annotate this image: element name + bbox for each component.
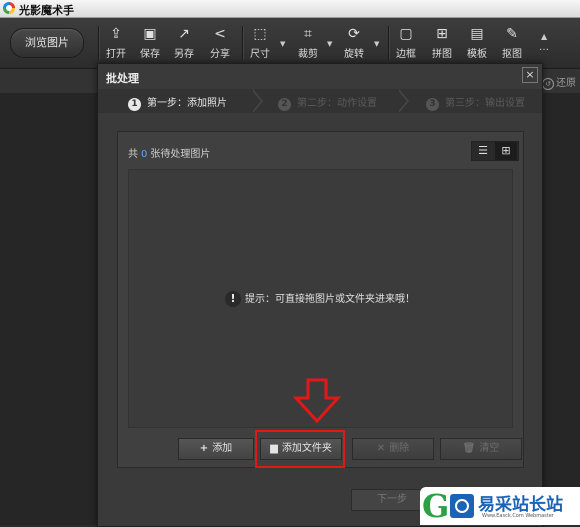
open-icon: ⇪	[110, 26, 122, 42]
cutout-icon: ✎	[506, 26, 518, 42]
save-button[interactable]: ▣ 保存	[138, 24, 162, 64]
template-label: 模板	[467, 49, 487, 60]
border-button[interactable]: ▢ 边框	[394, 24, 418, 64]
collage-icon: ⊞	[436, 26, 448, 42]
step-2-number: 2	[278, 98, 291, 111]
save-label: 保存	[140, 49, 160, 60]
toolbar-divider	[388, 26, 389, 60]
annotation-arrow-icon	[292, 378, 342, 424]
save-as-button[interactable]: ↗ 另存	[172, 24, 196, 64]
resize-label: 尺寸	[250, 49, 270, 60]
delete-button[interactable]: ✕ 删除	[352, 438, 434, 460]
step-3-label: 第三步：输出设置	[445, 98, 525, 109]
collage-label: 拼图	[432, 49, 452, 60]
step-2-label: 第二步：动作设置	[297, 98, 377, 109]
close-icon[interactable]: ×	[522, 67, 538, 83]
image-count: 共 0 张待处理图片	[128, 145, 210, 160]
clear-button[interactable]: 🗑 清空	[440, 438, 522, 460]
list-view-icon[interactable]: ☰	[472, 142, 494, 160]
dialog-title: 批处理	[106, 72, 139, 85]
share-label: 分享	[210, 49, 230, 60]
step-1-number: 1	[128, 98, 141, 111]
more-tools-dots-icon[interactable]: …	[539, 42, 549, 53]
collage-button[interactable]: ⊞ 拼图	[430, 24, 454, 64]
info-icon: !	[225, 291, 241, 307]
title-bar: 光影魔术手	[0, 0, 580, 18]
drop-hint: ! 提示：可直接拖图片或文件夹进来哦！	[225, 291, 415, 309]
share-button[interactable]: < 分享	[208, 24, 232, 64]
step-separator-inner	[397, 89, 407, 113]
cutout-button[interactable]: ✎ 抠图	[500, 24, 524, 64]
crop-icon: ⌗	[304, 26, 312, 42]
border-icon: ▢	[399, 26, 413, 42]
step-indicator: 1 第一步：添加照片 2 第二步：动作设置 3 第三步：输出设置	[98, 89, 542, 113]
grid-view-icon[interactable]: ⊞	[495, 142, 517, 160]
watermark-text: 易采站长站	[478, 495, 563, 515]
step-separator-inner	[251, 89, 261, 113]
step-1-label: 第一步：添加照片	[147, 98, 227, 109]
plus-icon: +	[199, 443, 209, 454]
count-value: 0	[141, 149, 148, 160]
app-title: 光影魔术手	[19, 4, 74, 17]
step-2: 2 第二步：动作设置	[278, 94, 377, 111]
resize-icon: ⬚	[253, 26, 267, 42]
app-logo-icon	[3, 2, 15, 14]
open-label: 打开	[106, 49, 126, 60]
rotate-button[interactable]: ⟳ 旋转	[342, 24, 366, 64]
crop-button[interactable]: ⌗ 裁剪	[296, 24, 320, 64]
watermark: G 易采站长站 Www.Easck.Com Webmaster	[420, 487, 580, 525]
batch-dialog: 批处理 × 1 第一步：添加照片 2 第二步：动作设置 3 第三步：输出设置 共 0 张待…	[97, 63, 543, 527]
restore-button[interactable]: ↺ 还原	[542, 74, 576, 90]
resize-dropdown-icon[interactable]: ▼	[280, 40, 285, 48]
template-button[interactable]: ▤ 模板	[465, 24, 489, 64]
browse-images-button[interactable]: 浏览图片	[10, 28, 84, 58]
share-icon: <	[214, 26, 226, 42]
border-label: 边框	[396, 49, 416, 60]
add-label: 添加	[212, 443, 233, 454]
clear-label: 清空	[479, 443, 500, 454]
more-tools-icon[interactable]: ▲	[541, 32, 547, 41]
rotate-icon: ⟳	[348, 26, 360, 42]
resize-button[interactable]: ⬚ 尺寸	[248, 24, 272, 64]
watermark-g-logo-icon: G	[422, 487, 450, 525]
watermark-url: Www.Easck.Com Webmaster	[482, 513, 554, 519]
hint-text: 提示：可直接拖图片或文件夹进来哦！	[245, 294, 415, 305]
highlight-box	[255, 430, 345, 468]
count-prefix: 共	[128, 149, 138, 160]
toolbar-divider	[242, 26, 243, 60]
rotate-label: 旋转	[344, 49, 364, 60]
crop-dropdown-icon[interactable]: ▼	[327, 40, 332, 48]
main-toolbar: 浏览图片 ⇪ 打开 ▣ 保存 ↗ 另存 < 分享 ⬚ 尺寸 ▼ ⌗ 裁剪 ▼ ⟳…	[0, 18, 580, 69]
delete-icon: ✕	[376, 443, 386, 454]
step-3: 3 第三步：输出设置	[426, 94, 525, 111]
add-button[interactable]: + 添加	[178, 438, 254, 460]
watermark-logo-icon	[450, 494, 474, 518]
save-icon: ▣	[143, 26, 157, 42]
step-3-number: 3	[426, 98, 439, 111]
toolbar-divider	[98, 26, 99, 60]
restore-icon: ↺	[542, 78, 554, 90]
template-icon: ▤	[470, 26, 484, 42]
rotate-dropdown-icon[interactable]: ▼	[374, 40, 379, 48]
crop-label: 裁剪	[298, 49, 318, 60]
trash-icon: 🗑	[462, 443, 476, 454]
view-toggle: ☰ ⊞	[471, 141, 519, 161]
save-as-icon: ↗	[178, 26, 190, 42]
step-1: 1 第一步：添加照片	[128, 94, 227, 111]
open-button[interactable]: ⇪ 打开	[104, 24, 128, 64]
restore-label: 还原	[556, 78, 576, 89]
cutout-label: 抠图	[502, 49, 522, 60]
count-suffix: 张待处理图片	[150, 149, 211, 160]
save-as-label: 另存	[174, 49, 194, 60]
delete-label: 删除	[389, 443, 410, 454]
